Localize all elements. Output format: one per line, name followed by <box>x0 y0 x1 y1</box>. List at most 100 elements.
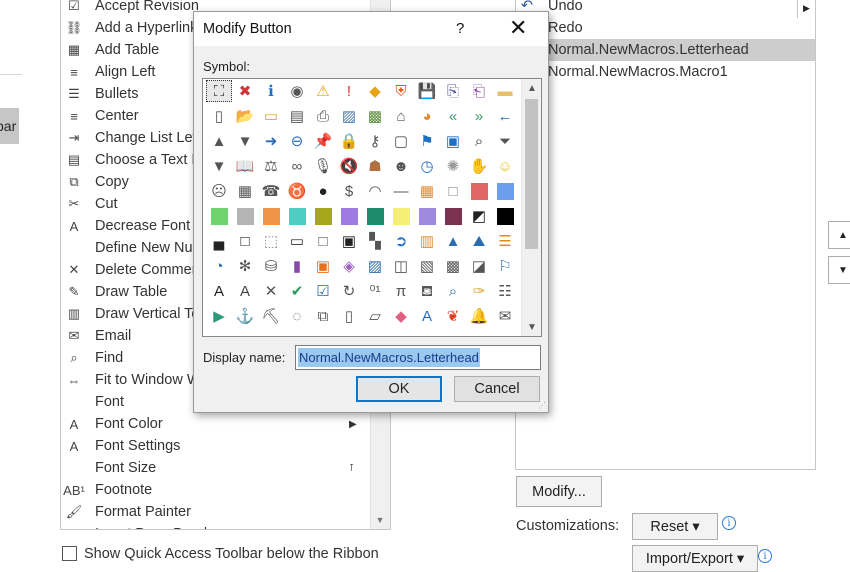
info-icon[interactable]: ℹ <box>258 80 284 102</box>
toolbox-icon[interactable]: ⛏ <box>258 305 284 327</box>
folder-open-icon[interactable]: ▭ <box>258 105 284 127</box>
record-icon[interactable]: ◉ <box>284 80 310 102</box>
left-nav-selected-item[interactable]: bar <box>0 108 19 144</box>
folder-icon[interactable]: ▬ <box>492 80 518 102</box>
command-item[interactable]: AB¹ Footnote <box>61 479 371 501</box>
phone-icon[interactable]: ☎ <box>258 180 284 202</box>
scroll-down-icon[interactable]: ▼ <box>522 318 542 336</box>
move-up-button[interactable]: ▲ <box>828 221 850 249</box>
page-icon[interactable]: ▯ <box>206 105 232 127</box>
left-arrow-icon[interactable]: ← <box>492 105 518 127</box>
eye-icon[interactable]: ◠ <box>362 180 388 202</box>
quick-access-toolbar-list[interactable]: ↶ Undo Redo Normal.NewMacros.Letterhead Norm… <box>515 0 816 470</box>
filter-icon[interactable]: ⏷ <box>492 130 518 152</box>
eraser-icon[interactable]: ◆ <box>388 305 414 327</box>
rewind-icon[interactable]: « <box>440 105 466 127</box>
picture-icon[interactable]: ▨ <box>336 105 362 127</box>
clock-icon[interactable]: ◷ <box>414 155 440 177</box>
move-down-button[interactable]: ▼ <box>828 256 850 284</box>
swatch-green[interactable] <box>206 205 232 227</box>
swatch-yellow[interactable] <box>388 205 414 227</box>
triangle-down-icon[interactable]: ▼ <box>232 130 258 152</box>
calculator-icon[interactable]: ▦ <box>232 180 258 202</box>
rings-icon[interactable]: ∞ <box>284 155 310 177</box>
frame-icon[interactable]: ▭ <box>284 230 310 252</box>
area-chart-icon[interactable]: ▨ <box>362 255 388 277</box>
close-icon[interactable]: ✕ <box>509 16 527 41</box>
modify-button[interactable]: Modify... <box>516 476 602 507</box>
contrast-icon[interactable]: ◩ <box>466 205 492 227</box>
blank-square-icon[interactable]: □ <box>310 230 336 252</box>
import-export-info-icon[interactable]: i <box>758 549 772 563</box>
purple-book-icon[interactable]: ▮ <box>284 255 310 277</box>
ok-button[interactable]: OK <box>356 376 442 402</box>
scroll-down-icon[interactable]: ▼ <box>370 511 390 529</box>
qat-submenu-arrow-icon[interactable]: ▶ <box>797 0 815 18</box>
home-icon[interactable]: ⌂ <box>388 105 414 127</box>
book-icon[interactable]: 📖 <box>232 155 258 177</box>
swatch-lavender[interactable] <box>414 205 440 227</box>
smiley-icon[interactable]: ☺ <box>492 155 518 177</box>
save-all-icon[interactable]: ⎗ <box>466 80 492 102</box>
back-circle-icon[interactable]: ⊖ <box>284 130 310 152</box>
circle-arrow-icon[interactable]: ➲ <box>388 230 414 252</box>
document-icon[interactable]: ▢ <box>388 130 414 152</box>
qat-item[interactable]: ↶ Undo <box>516 0 815 17</box>
qat-item[interactable]: Normal.NewMacros.Letterhead <box>516 39 815 61</box>
swatch-olive[interactable] <box>310 205 336 227</box>
shapes-icon[interactable]: ◈ <box>336 255 362 277</box>
cone-icon[interactable]: ▲ <box>440 230 466 252</box>
drawer-icon[interactable]: ▤ <box>284 105 310 127</box>
sad-face-icon[interactable]: ☹ <box>206 180 232 202</box>
dash-icon[interactable]: — <box>388 180 414 202</box>
warning-icon[interactable]: ⚠ <box>310 80 336 102</box>
scroll-thumb[interactable] <box>525 99 538 249</box>
folder-outline-icon[interactable]: ▱ <box>362 305 388 327</box>
save-as-icon[interactable]: ⎘ <box>440 80 466 102</box>
warning-diamond-icon[interactable]: ◆ <box>362 80 388 102</box>
help-icon[interactable]: ? <box>456 20 464 37</box>
bucket-icon[interactable]: ⛾ <box>414 280 440 302</box>
palette-icon[interactable]: ▦ <box>414 180 440 202</box>
key-icon[interactable]: ⚷ <box>362 130 388 152</box>
person-icon[interactable]: ☗ <box>362 155 388 177</box>
x-mark-icon[interactable]: ✕ <box>258 280 284 302</box>
funnel-icon[interactable]: ▼ <box>206 155 232 177</box>
lasso-icon[interactable]: ◌ <box>284 305 310 327</box>
swatch-maroon[interactable] <box>440 205 466 227</box>
import-export-dropdown-button[interactable]: Import/Export ▾ <box>632 545 758 572</box>
dotted-square-icon[interactable]: ⬚ <box>258 230 284 252</box>
pie-icon[interactable]: ◕ <box>414 105 440 127</box>
sparkle-icon[interactable]: ✺ <box>440 155 466 177</box>
command-item[interactable]: 🖌 Format Painter <box>61 501 371 523</box>
filled-frame-icon[interactable]: ▣ <box>336 230 362 252</box>
swatch-dark-green[interactable] <box>362 205 388 227</box>
clipboard-icon[interactable]: ▯ <box>336 305 362 327</box>
magnifier-icon[interactable]: ⌕ <box>440 280 466 302</box>
play-icon[interactable]: ▶ <box>206 305 232 327</box>
resize-grip-icon[interactable]: ⋰ <box>538 401 546 410</box>
slash-icon[interactable]: ◪ <box>466 255 492 277</box>
mountain-icon[interactable]: ⛰ <box>466 230 492 252</box>
contact-card-icon[interactable]: ▧ <box>414 255 440 277</box>
pin-icon[interactable]: 📌 <box>310 130 336 152</box>
broom-icon[interactable]: ✑ <box>466 280 492 302</box>
text-a-icon[interactable]: A <box>206 280 232 302</box>
square-border-icon[interactable]: □ <box>232 230 258 252</box>
command-item[interactable]: Insert Page Break <box>61 523 371 529</box>
search-icon[interactable]: ⌕ <box>466 130 492 152</box>
swatch-orange[interactable] <box>258 205 284 227</box>
people-icon[interactable]: ☻ <box>388 155 414 177</box>
pi-icon[interactable]: π <box>388 280 414 302</box>
web-icon[interactable]: ✻ <box>232 255 258 277</box>
envelope-icon[interactable]: ✉ <box>492 305 518 327</box>
command-item[interactable]: A Font Settings <box>61 435 371 457</box>
doc-orange-icon[interactable]: ▣ <box>310 255 336 277</box>
bar-chart-icon[interactable]: ▥ <box>414 230 440 252</box>
swatch-red[interactable] <box>466 180 492 202</box>
right-arrow-icon[interactable]: ➜ <box>258 130 284 152</box>
qat-item[interactable]: Redo <box>516 17 815 39</box>
bar-graph-icon[interactable]: ☰ <box>492 230 518 252</box>
refresh-icon[interactable]: ↻ <box>336 280 362 302</box>
lock-icon[interactable]: 🔒 <box>336 130 362 152</box>
